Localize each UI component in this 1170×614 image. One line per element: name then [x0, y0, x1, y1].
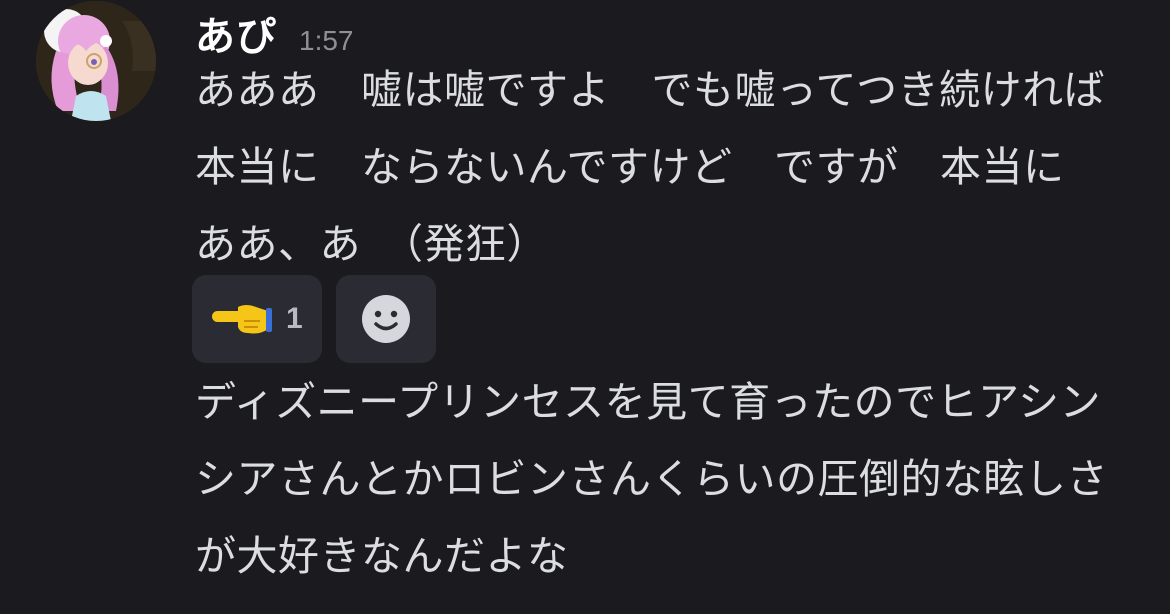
- anime-character-avatar-icon: [36, 1, 156, 121]
- avatar[interactable]: [36, 1, 156, 121]
- pointing-hand-left-icon: [212, 305, 272, 334]
- message-text-2: ディズニープリンセスを見て育ったのでヒアシンシアさんとかロビンさんくらいの圧倒的…: [195, 378, 1108, 580]
- reaction-count: 1: [286, 302, 303, 335]
- add-reaction-button[interactable]: [336, 275, 436, 363]
- add-reaction-smiley-icon: [362, 295, 410, 343]
- reaction-bar: 1: [192, 275, 436, 363]
- reaction-pointing-hand[interactable]: 1: [192, 275, 322, 363]
- message-text: あああ 嘘は嘘ですよ でも嘘ってつき続ければ本当に ならないんですけど ですが …: [195, 66, 1106, 268]
